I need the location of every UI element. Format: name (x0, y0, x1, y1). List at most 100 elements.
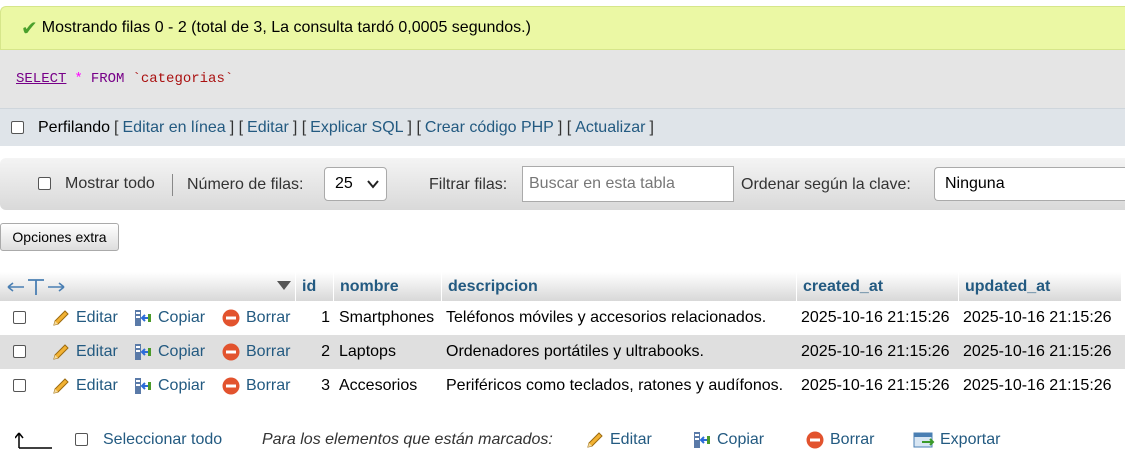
select-all-checkbox[interactable] (75, 433, 88, 446)
row-copy-button[interactable]: Copiar (133, 335, 205, 369)
row-edit-button[interactable]: Editar (51, 335, 118, 369)
sql-select-keyword[interactable]: SELECT (16, 71, 66, 87)
cell-updated-at: 2025-10-16 21:15:26 (963, 377, 1112, 394)
bulk-actions-bar: Seleccionar todo Para los elementos que … (0, 422, 1125, 458)
profiling-checkbox[interactable] (11, 121, 24, 134)
row-delete-button[interactable]: Borrar (221, 301, 290, 335)
bulk-export-button[interactable]: Exportar (913, 430, 1000, 450)
table-row: Editar Copiar Borrar 1 Smartphones Teléfonos … (0, 301, 1125, 335)
create-php-link[interactable]: Crear código PHP (425, 119, 554, 137)
rows-count-select[interactable]: 25 (324, 167, 387, 201)
bulk-delete-label: Borrar (830, 431, 875, 448)
row-delete-button[interactable]: Borrar (221, 369, 290, 403)
row-copy-label: Copiar (158, 377, 206, 394)
sort-by-key-label: Ordenar según la clave: (741, 176, 911, 193)
delete-icon (221, 308, 241, 328)
column-header-descripcion[interactable]: descripcion (442, 272, 797, 301)
checkmark-icon: ✔ (21, 17, 38, 40)
bulk-delete-button[interactable]: Borrar (805, 430, 874, 450)
profiling-bar: Perfilando [Editar en línea] [Editar] [E… (0, 108, 1125, 146)
select-all-label[interactable]: Seleccionar todo (103, 431, 222, 449)
filter-rows-input[interactable]: Buscar en esta tabla (522, 166, 734, 202)
sort-dropdown-icon[interactable] (277, 281, 291, 291)
row-delete-label: Borrar (246, 343, 291, 360)
sql-star: * (74, 71, 83, 87)
row-edit-button[interactable]: Editar (51, 369, 118, 403)
bulk-export-label: Exportar (940, 431, 1001, 448)
row-edit-label: Editar (76, 309, 118, 326)
cell-descripcion: Teléfonos móviles y accesorios relaciona… (446, 309, 767, 326)
sort-by-key-value: Ninguna (945, 175, 1005, 192)
edit-sql-link[interactable]: Editar (247, 119, 289, 137)
cell-id: 1 (321, 309, 330, 326)
cell-updated-at: 2025-10-16 21:15:26 (963, 309, 1112, 326)
cell-nombre: Smartphones (339, 309, 435, 326)
copy-insert-icon (692, 430, 712, 450)
column-controls-header (0, 272, 296, 301)
column-header-updated-at[interactable]: updated_at (959, 272, 1121, 301)
table-navigation-bar: Mostrar todo Número de filas: 25 Filtrar… (0, 158, 1125, 210)
cell-created-at: 2025-10-16 21:15:26 (801, 343, 950, 360)
delete-icon (221, 376, 241, 396)
row-copy-button[interactable]: Copiar (133, 369, 205, 403)
sql-query-box: SELECT * FROM `categorias` (0, 50, 1125, 108)
arrow-up-left-icon (15, 432, 52, 449)
copy-insert-icon (133, 376, 153, 396)
row-delete-button[interactable]: Borrar (221, 335, 290, 369)
table-header: id nombre descripcion created_at updated… (0, 272, 1125, 301)
row-edit-label: Editar (76, 377, 118, 394)
cell-descripcion: Ordenadores portátiles y ultrabooks. (446, 343, 704, 360)
row-checkbox[interactable] (13, 379, 26, 392)
row-copy-label: Copiar (158, 309, 206, 326)
bulk-edit-button[interactable]: Editar (585, 430, 652, 450)
pencil-icon (585, 430, 605, 450)
cell-updated-at: 2025-10-16 21:15:26 (963, 343, 1112, 360)
row-edit-button[interactable]: Editar (51, 301, 118, 335)
delete-icon (221, 342, 241, 362)
filter-rows-placeholder: Buscar en esta tabla (529, 175, 675, 192)
pencil-icon (51, 308, 71, 328)
extra-options-button[interactable]: Opciones extra (0, 223, 119, 251)
row-checkbox[interactable] (13, 311, 26, 324)
cell-created-at: 2025-10-16 21:15:26 (801, 377, 950, 394)
rows-count-value: 25 (335, 175, 353, 192)
rows-count-label: Número de filas: (187, 176, 304, 193)
row-checkbox[interactable] (13, 345, 26, 358)
refresh-link[interactable]: Actualizar (575, 119, 645, 137)
column-resize-arrows-icon[interactable] (6, 278, 68, 296)
bulk-copy-label: Copiar (717, 431, 765, 448)
pencil-icon (51, 376, 71, 396)
row-copy-button[interactable]: Copiar (133, 301, 205, 335)
export-icon (913, 430, 935, 450)
cell-nombre: Accesorios (339, 377, 418, 394)
cell-nombre: Laptops (339, 343, 396, 360)
column-header-id[interactable]: id (296, 272, 334, 301)
success-text: Mostrando filas 0 - 2 (total de 3, La co… (41, 19, 531, 36)
row-edit-label: Editar (76, 343, 118, 360)
inline-edit-link[interactable]: Editar en línea (123, 119, 226, 137)
chevron-down-icon (367, 180, 379, 189)
row-delete-label: Borrar (246, 309, 291, 326)
bulk-edit-label: Editar (610, 431, 652, 448)
table-row: Editar Copiar Borrar 2 Laptops Ordenadores po… (0, 335, 1125, 369)
nav-divider (172, 174, 173, 196)
sql-from-keyword: FROM (90, 71, 125, 87)
table-row: Editar Copiar Borrar 3 Accesorios Periféricos… (0, 369, 1125, 403)
cell-descripcion: Periféricos como teclados, ratones y aud… (446, 377, 784, 394)
explain-sql-link[interactable]: Explicar SQL (310, 119, 403, 137)
bulk-copy-button[interactable]: Copiar (692, 430, 764, 450)
profiling-label: Perfilando (38, 118, 111, 136)
show-all-checkbox[interactable] (38, 177, 51, 190)
cell-id: 3 (321, 377, 330, 394)
column-header-nombre[interactable]: nombre (334, 272, 442, 301)
sql-table-name: `categorias` (132, 71, 234, 87)
show-all-label[interactable]: Mostrar todo (65, 175, 155, 193)
copy-insert-icon (133, 342, 153, 362)
success-message: ✔ Mostrando filas 0 - 2 (total de 3, La … (0, 6, 1125, 50)
copy-insert-icon (133, 308, 153, 328)
column-header-created-at[interactable]: created_at (797, 272, 959, 301)
row-delete-label: Borrar (246, 377, 291, 394)
cell-created-at: 2025-10-16 21:15:26 (801, 309, 950, 326)
row-copy-label: Copiar (158, 343, 206, 360)
sort-by-key-select[interactable]: Ninguna (934, 167, 1125, 201)
